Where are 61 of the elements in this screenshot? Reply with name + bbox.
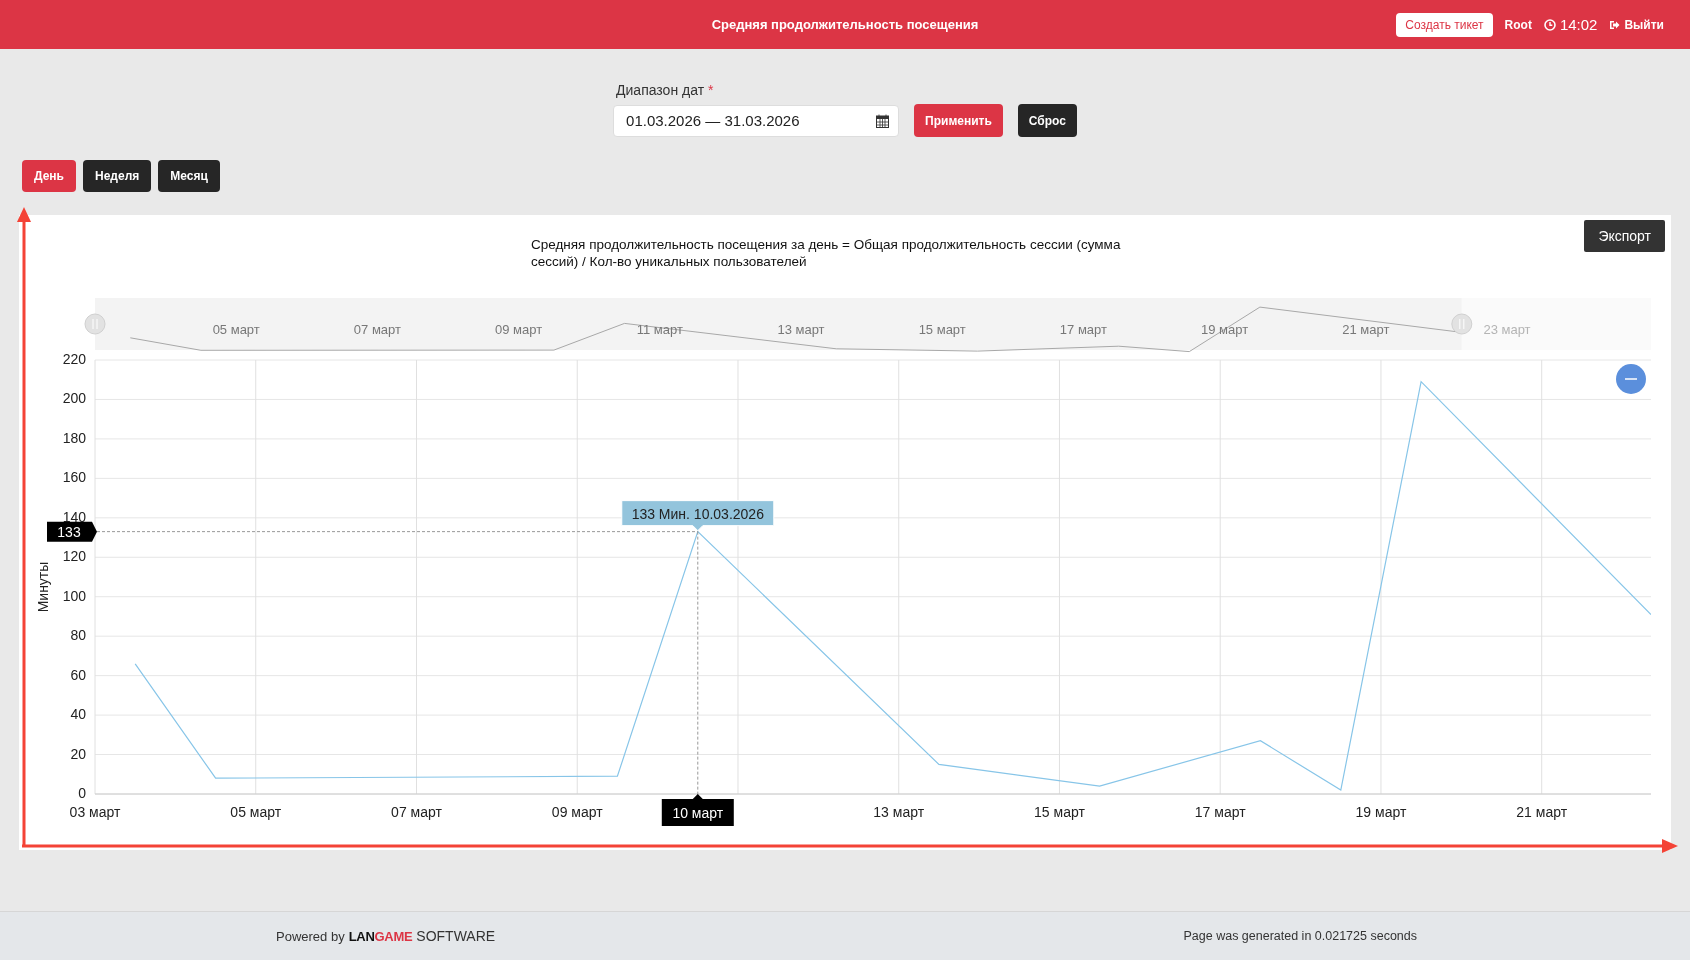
period-tab[interactable]: Месяц [158,160,220,192]
axis-tick-label: 21 март [1516,804,1568,820]
navigator-label: 17 март [1059,322,1107,337]
axis-tick-label: 07 март [391,804,442,820]
axis-tick-label: 80 [70,627,86,644]
powered-by-text: Powered by [276,928,345,944]
required-mark: * [708,82,714,98]
navigator-label: 09 март [495,322,543,337]
axis-tick-label: 03 март [69,804,121,820]
range-navigator[interactable] [95,298,1462,350]
navigator-label: 05 март [212,322,260,337]
logout-icon [1609,19,1621,30]
navigator-label: 15 март [918,322,966,337]
navigator-label: 21 март [1342,322,1390,337]
range-handle[interactable] [84,313,106,335]
period-tab[interactable]: Неделя [83,160,152,192]
user-name: Root [1504,17,1532,32]
chart-description: Средняя продолжительность посещения за день = Общая продолжительность сессии (сумма сессий) / Кол-во уникальных пользователей [531,236,1122,270]
chart-tooltip: 133 Мин. 10.03.2026 [621,500,775,532]
axis-tick-label: 60 [70,666,86,683]
axis-tick-label: 13 март [873,804,925,820]
axis-tick-label: 17 март [1194,804,1246,820]
navigator-label: 07 март [353,322,401,337]
axis-tick-label: 160 [62,469,86,486]
axis-tick-label: 0 [78,785,86,801]
axis-title: Минуты [35,561,51,613]
navigator-label: 23 март [1483,322,1531,337]
date-range-field[interactable]: 01.03.2026 — 31.03.2026 [613,104,900,137]
page-title: Средняя продолжительность посещения [711,17,979,32]
calendar-icon [876,113,890,128]
crosshair-value-label: 133 [47,521,97,542]
axis-tick-label: 120 [62,548,86,565]
field-label: Диапазон дат [616,82,705,98]
logo: LANGAME [348,928,413,944]
range-handle[interactable] [1451,313,1473,335]
axis-tick-label: 20 [70,745,86,762]
axis-tick-label: 100 [62,587,86,604]
clock-time: 14:02 [1559,16,1598,33]
axis-tick-label: 05 март [230,804,282,820]
zoom-out-button[interactable] [1616,364,1646,394]
reset-button[interactable]: Сброс [1017,104,1077,137]
logout-link[interactable]: Выйти [1609,17,1664,32]
period-tab[interactable]: День [22,160,76,192]
axis-tick-label: 220 [62,351,86,367]
navigator-label: 13 март [777,322,825,337]
axis-tick-label: 09 март [551,804,603,820]
axis-tick-label: 15 март [1034,804,1085,820]
navigator-label: 11 март [636,322,683,337]
axis-tick-label: 19 март [1355,804,1407,820]
logo-suffix: SOFTWARE [416,928,496,944]
crosshair-date-label: 10 март [661,794,734,826]
annotation: 133 Мин. 10.03.2026 [631,505,765,522]
navigator-label: 19 март [1201,322,1249,337]
clock-icon [1543,18,1556,31]
export-button[interactable]: Экспорт [1584,220,1665,252]
generation-time: Page was generated in 0.021725 seconds [1183,929,1417,943]
axis-tick-label: 180 [62,429,86,446]
apply-button[interactable]: Применить [914,104,1003,137]
axis-tick-label: 200 [62,390,86,407]
create-ticket-button[interactable]: Создать тикет [1396,12,1493,37]
axis-tick-label: 40 [70,706,86,723]
